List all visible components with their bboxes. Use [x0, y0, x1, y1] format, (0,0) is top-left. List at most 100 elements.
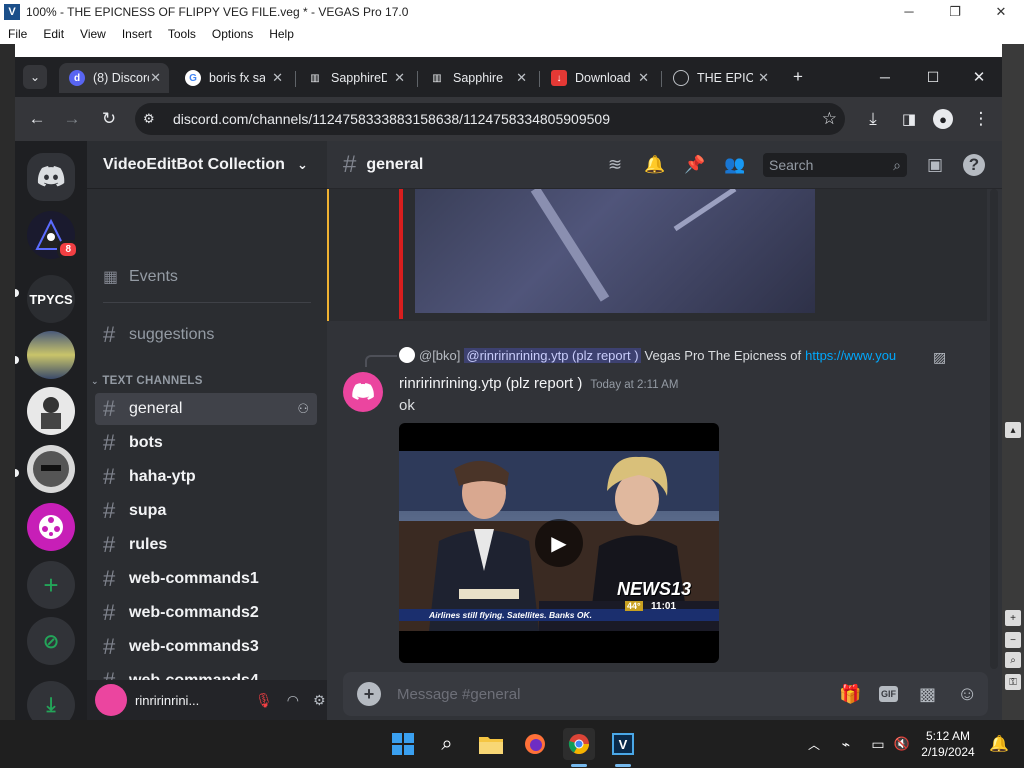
invite-icon[interactable]: ⚇	[297, 401, 309, 417]
tab-boris[interactable]: G boris fx sa ✕	[175, 63, 291, 93]
reply-preview[interactable]: @[bko] @rinririnrining.ytp (plz report )…	[399, 347, 959, 363]
play-button-icon[interactable]: ▶	[535, 519, 583, 567]
reply-link[interactable]: https://www.you	[805, 348, 896, 363]
mute-mic-icon[interactable]: 🎙	[255, 692, 273, 709]
menu-edit[interactable]: Edit	[35, 27, 72, 41]
search-input[interactable]: Search ⌕	[763, 153, 907, 177]
channel-bots[interactable]: # bots	[95, 427, 317, 459]
guild-5[interactable]	[27, 387, 75, 435]
tab-download[interactable]: ↓ Download ✕	[541, 63, 657, 93]
reload-icon[interactable]: ↻	[97, 107, 121, 131]
menu-file[interactable]: File	[0, 27, 35, 41]
emoji-icon[interactable]: ☺	[957, 683, 977, 706]
downloads-icon[interactable]: ⤓	[861, 107, 885, 131]
bell-icon[interactable]: 🔔	[643, 153, 667, 177]
member-list-icon[interactable]: 👥	[723, 153, 747, 177]
gift-icon[interactable]: 🎁	[839, 684, 861, 705]
channel-general[interactable]: # general ⚇	[95, 393, 317, 425]
forward-icon[interactable]: →	[60, 107, 84, 131]
clock[interactable]: 5:12 AM 2/19/2024	[918, 728, 978, 760]
vegas-tool-icon[interactable]: ▴	[1005, 422, 1021, 438]
windows-start-icon[interactable]	[387, 728, 419, 760]
zoom-out-icon[interactable]: −	[1005, 632, 1021, 648]
guild-tpycs[interactable]: TPYCS	[27, 275, 75, 323]
notification-bell-icon[interactable]: 🔔	[983, 728, 1015, 760]
message-input[interactable]: Message #general	[397, 686, 520, 703]
channel-web-commands3[interactable]: # web-commands3	[95, 631, 317, 663]
minimize-icon[interactable]: ─	[873, 65, 897, 89]
message-composer[interactable]: + Message #general 🎁 GIF ▩ ☺	[343, 672, 988, 716]
settings-gear-icon[interactable]: ⚙	[313, 692, 326, 709]
file-explorer-icon[interactable]	[475, 728, 507, 760]
attach-plus-icon[interactable]: +	[357, 682, 381, 706]
pin-icon[interactable]: 📌	[683, 153, 707, 177]
close-icon[interactable]: ✕	[978, 0, 1024, 23]
avatar[interactable]	[343, 372, 383, 412]
close-tab-icon[interactable]: ✕	[638, 70, 649, 86]
close-tab-icon[interactable]: ✕	[272, 70, 283, 86]
close-tab-icon[interactable]: ✕	[758, 70, 769, 86]
guild-1[interactable]: 8	[27, 211, 79, 259]
close-tab-icon[interactable]: ✕	[394, 70, 405, 86]
menu-options[interactable]: Options	[204, 27, 261, 41]
headphones-icon[interactable]: ◠	[287, 692, 299, 709]
channel-haha-ytp[interactable]: # haha-ytp	[95, 461, 317, 493]
message-author[interactable]: rinririnrining.ytp (plz report )	[399, 375, 582, 392]
address-bar[interactable]: ⚙ discord.com/channels/11247583338831586…	[135, 103, 845, 135]
reply-mention[interactable]: @rinririnrining.ytp (plz report )	[464, 347, 641, 363]
chrome-icon[interactable]	[563, 728, 595, 760]
tab-discord[interactable]: d (8) Discord ✕	[59, 63, 169, 93]
new-tab-icon[interactable]: +	[786, 65, 810, 89]
zoom-in-icon[interactable]: +	[1005, 610, 1021, 626]
category-header[interactable]: ⌄ TEXT CHANNELS	[91, 375, 203, 387]
inbox-icon[interactable]: ▣	[923, 153, 947, 177]
events-item[interactable]: ▦ Events	[95, 261, 317, 293]
maximize-icon[interactable]: ☐	[921, 65, 945, 89]
guild-4[interactable]	[27, 331, 75, 379]
volume-icon[interactable]: 🔇	[886, 728, 918, 760]
lock-icon[interactable]: ⚿	[1005, 674, 1021, 690]
guild-7[interactable]	[27, 503, 75, 551]
profile-icon[interactable]: ●	[933, 109, 953, 129]
sticker-icon[interactable]: ▩	[919, 684, 936, 705]
tab-sapphire-1[interactable]: ▥ SapphireD ✕	[297, 63, 413, 93]
channel-rules[interactable]: # rules	[95, 529, 317, 561]
tab-epicness[interactable]: THE EPIC ✕	[663, 63, 777, 93]
magnifier-icon[interactable]: ⌕	[1005, 652, 1021, 668]
bookmark-star-icon[interactable]: ☆	[822, 109, 837, 129]
channel-suggestions[interactable]: # suggestions	[95, 319, 317, 351]
discord-home-icon[interactable]	[27, 153, 75, 201]
threads-icon[interactable]: ≋	[603, 153, 627, 177]
minimize-icon[interactable]: ─	[886, 0, 932, 23]
guild-6[interactable]	[27, 445, 75, 493]
close-tab-icon[interactable]: ✕	[516, 70, 527, 86]
vegas-app-icon[interactable]: V	[607, 728, 639, 760]
side-panel-icon[interactable]: ◨	[897, 107, 921, 131]
explore-compass-icon[interactable]: ⊘	[27, 617, 75, 665]
tab-search-icon[interactable]: ⌄	[23, 65, 47, 89]
restore-icon[interactable]: ❐	[932, 0, 978, 23]
add-server-icon[interactable]: +	[27, 561, 75, 609]
channel-web-commands1[interactable]: # web-commands1	[95, 563, 317, 595]
tab-sapphire-2[interactable]: ▥ Sapphire ✕	[419, 63, 535, 93]
close-window-icon[interactable]: ✕	[967, 65, 991, 89]
menu-insert[interactable]: Insert	[114, 27, 160, 41]
firefox-icon[interactable]	[519, 728, 551, 760]
menu-help[interactable]: Help	[261, 27, 302, 41]
channel-supa[interactable]: # supa	[95, 495, 317, 527]
help-icon[interactable]: ?	[963, 154, 985, 176]
gif-icon[interactable]: GIF	[879, 686, 898, 702]
back-icon[interactable]: ←	[25, 107, 49, 131]
video-player[interactable]: NEWS13 44° 11:01 Airlines still flying. …	[399, 423, 719, 663]
menu-view[interactable]: View	[72, 27, 114, 41]
search-icon[interactable]: ⌕	[431, 728, 463, 760]
network-icon[interactable]: ⌁	[830, 728, 862, 760]
close-tab-icon[interactable]: ✕	[150, 70, 161, 86]
chevron-up-icon[interactable]: ︿	[798, 728, 830, 760]
menu-kebab-icon[interactable]: ⋮	[969, 107, 993, 131]
channel-web-commands2[interactable]: # web-commands2	[95, 597, 317, 629]
server-header[interactable]: VideoEditBot Collection 1.0 ⌄	[87, 141, 327, 189]
embed-image[interactable]	[415, 189, 815, 313]
scrollbar[interactable]	[990, 189, 998, 669]
menu-tools[interactable]: Tools	[160, 27, 204, 41]
